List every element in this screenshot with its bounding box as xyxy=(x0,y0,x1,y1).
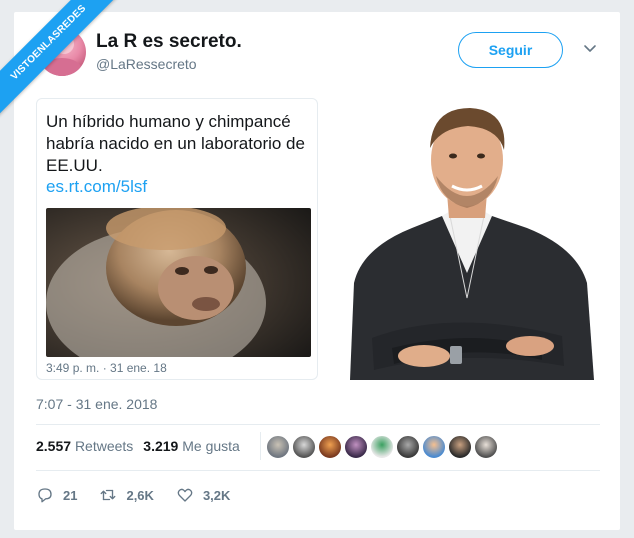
watermark-corner: VISTOENLASREDES xyxy=(0,0,130,130)
liker-avatar[interactable] xyxy=(422,435,446,459)
retweet-icon xyxy=(101,489,116,501)
like-button[interactable]: 3,2K xyxy=(176,486,230,504)
quoted-tweet-link[interactable]: es.rt.com/5lsf xyxy=(46,177,147,197)
retweet-count: 2,6K xyxy=(126,487,154,503)
liker-avatar[interactable] xyxy=(344,435,368,459)
retweets-label: Retweets xyxy=(74,438,134,454)
heart-icon xyxy=(177,488,193,502)
quoted-tweet-time: 3:49 p. m. · 31 ene. 18 xyxy=(46,361,167,375)
engagement-stats: 2.557 Retweets 3.219 Me gusta xyxy=(36,438,240,454)
quoted-tweet[interactable]: Un híbrido humano y chimpancé habría nac… xyxy=(36,98,318,380)
retweets-count: 2.557 xyxy=(36,438,72,454)
reply-icon xyxy=(38,488,52,503)
liker-avatar[interactable] xyxy=(448,435,472,459)
liker-avatar[interactable] xyxy=(318,435,342,459)
liker-avatar[interactable] xyxy=(266,435,290,459)
tweet-timestamp[interactable]: 7:07 - 31 ene. 2018 xyxy=(36,396,157,412)
divider xyxy=(36,470,600,471)
reply-button[interactable]: 21 xyxy=(36,486,77,504)
liker-avatar[interactable] xyxy=(474,435,498,459)
like-count: 3,2K xyxy=(202,487,231,503)
likes-label: Me gusta xyxy=(182,438,240,454)
tweet-actions: 21 2,6K 3,2K xyxy=(36,486,252,504)
likes-stat[interactable]: 3.219 Me gusta xyxy=(143,438,240,454)
follow-button[interactable]: Seguir xyxy=(458,32,563,68)
liker-avatar[interactable] xyxy=(292,435,316,459)
liker-avatars xyxy=(266,435,498,459)
reply-count: 21 xyxy=(63,487,78,503)
man-in-suit-photo[interactable] xyxy=(332,98,602,380)
likes-count: 3.219 xyxy=(143,438,179,454)
divider xyxy=(36,424,600,425)
stats-separator xyxy=(260,432,261,460)
chimpanzee-image[interactable] xyxy=(46,208,311,357)
watermark-ribbon: VISTOENLASREDES xyxy=(0,0,127,121)
retweets-stat[interactable]: 2.557 Retweets xyxy=(36,438,133,454)
retweet-button[interactable]: 2,6K xyxy=(99,486,154,504)
liker-avatar[interactable] xyxy=(396,435,420,459)
liker-avatar[interactable] xyxy=(370,435,394,459)
caret-down-icon[interactable] xyxy=(582,40,598,56)
